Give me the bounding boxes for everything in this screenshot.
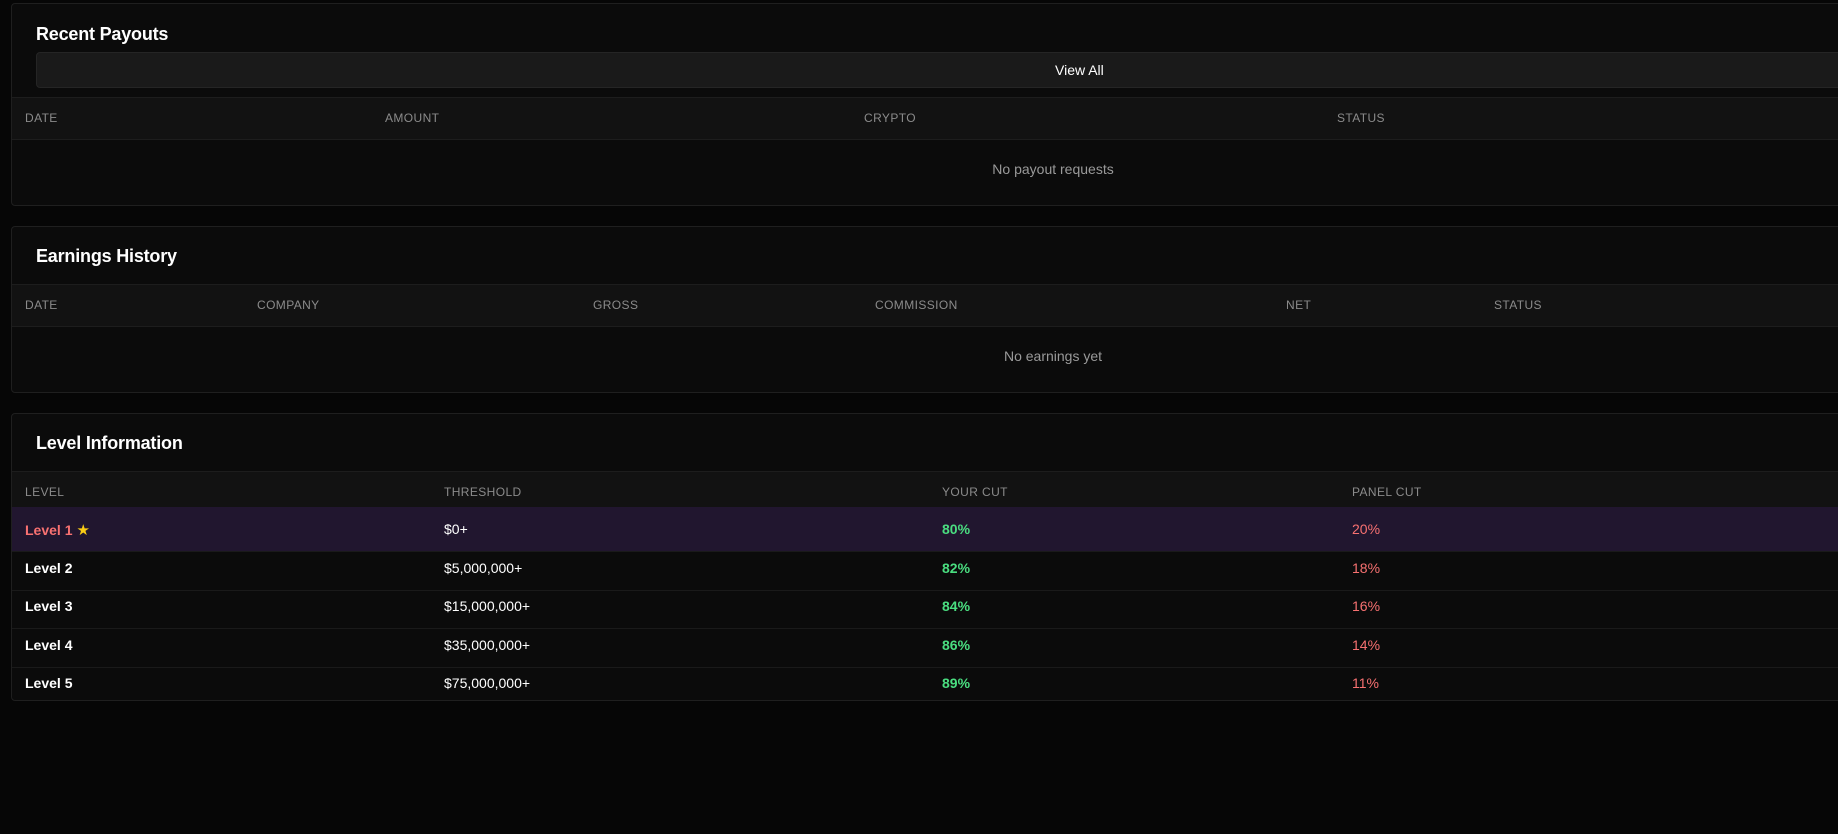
- level-your-cut: 82%: [942, 560, 971, 576]
- earnings-col-net: NET: [1286, 298, 1312, 312]
- level-name: Level 1 ★: [25, 521, 90, 539]
- view-all-payouts-button[interactable]: View All: [36, 52, 1838, 88]
- level-your-cut: 86%: [942, 637, 971, 653]
- level-threshold: $75,000,000+: [444, 675, 531, 691]
- payouts-col-status: STATUS: [1337, 111, 1385, 125]
- level-information-title: Level Information: [36, 433, 183, 453]
- levels-col-level: LEVEL: [25, 485, 65, 499]
- level-your-cut: 89%: [942, 675, 971, 691]
- level-information-card: Level Information LEVEL THRESHOLD YOUR C…: [11, 413, 1838, 701]
- payouts-table-header: DATE AMOUNT CRYPTO STATUS: [12, 97, 1838, 140]
- level-your-cut: 80%: [942, 521, 971, 537]
- level-panel-cut: 18%: [1352, 560, 1381, 576]
- level-row-5: Level 5 $75,000,000+ 89% 11%: [12, 661, 1838, 700]
- level-panel-cut: 14%: [1352, 637, 1381, 653]
- level-threshold: $0+: [444, 521, 468, 537]
- level-name-text: Level 1: [25, 522, 73, 538]
- level-threshold: $35,000,000+: [444, 637, 531, 653]
- level-name: Level 5: [25, 675, 73, 691]
- levels-col-threshold: THRESHOLD: [444, 485, 522, 499]
- level-panel-cut: 11%: [1352, 675, 1379, 691]
- earnings-history-card: Earnings History DATE COMPANY GROSS COMM…: [11, 226, 1838, 393]
- level-your-cut: 84%: [942, 598, 971, 614]
- earnings-table-header: DATE COMPANY GROSS COMMISSION NET STATUS: [12, 284, 1838, 327]
- levels-col-panel-cut: PANEL CUT: [1352, 485, 1422, 499]
- level-name: Level 3: [25, 598, 73, 614]
- payouts-col-amount: AMOUNT: [385, 111, 440, 125]
- earnings-history-title: Earnings History: [36, 246, 177, 266]
- level-panel-cut: 20%: [1352, 521, 1381, 537]
- star-icon: ★: [76, 522, 90, 539]
- earnings-col-date: DATE: [25, 298, 58, 312]
- level-threshold: $5,000,000+: [444, 560, 523, 576]
- recent-payouts-title: Recent Payouts: [36, 24, 169, 44]
- level-name: Level 2: [25, 560, 73, 576]
- earnings-col-company: COMPANY: [257, 298, 320, 312]
- payouts-col-date: DATE: [25, 111, 58, 125]
- earnings-col-gross: GROSS: [593, 298, 639, 312]
- level-name: Level 4: [25, 637, 73, 653]
- view-all-label: View All: [1055, 62, 1104, 78]
- levels-col-your-cut: YOUR CUT: [942, 485, 1008, 499]
- earnings-col-status: STATUS: [1494, 298, 1542, 312]
- level-threshold: $15,000,000+: [444, 598, 531, 614]
- earnings-empty-state: No earnings yet: [1003, 348, 1103, 364]
- payouts-empty-state: No payout requests: [992, 161, 1114, 177]
- earnings-col-commission: COMMISSION: [875, 298, 958, 312]
- recent-payouts-card: Recent Payouts View All DATE AMOUNT CRYP…: [11, 3, 1838, 206]
- payouts-col-crypto: CRYPTO: [864, 111, 916, 125]
- earnings-page: Recent Payouts View All DATE AMOUNT CRYP…: [0, 0, 1838, 834]
- level-panel-cut: 16%: [1352, 598, 1381, 614]
